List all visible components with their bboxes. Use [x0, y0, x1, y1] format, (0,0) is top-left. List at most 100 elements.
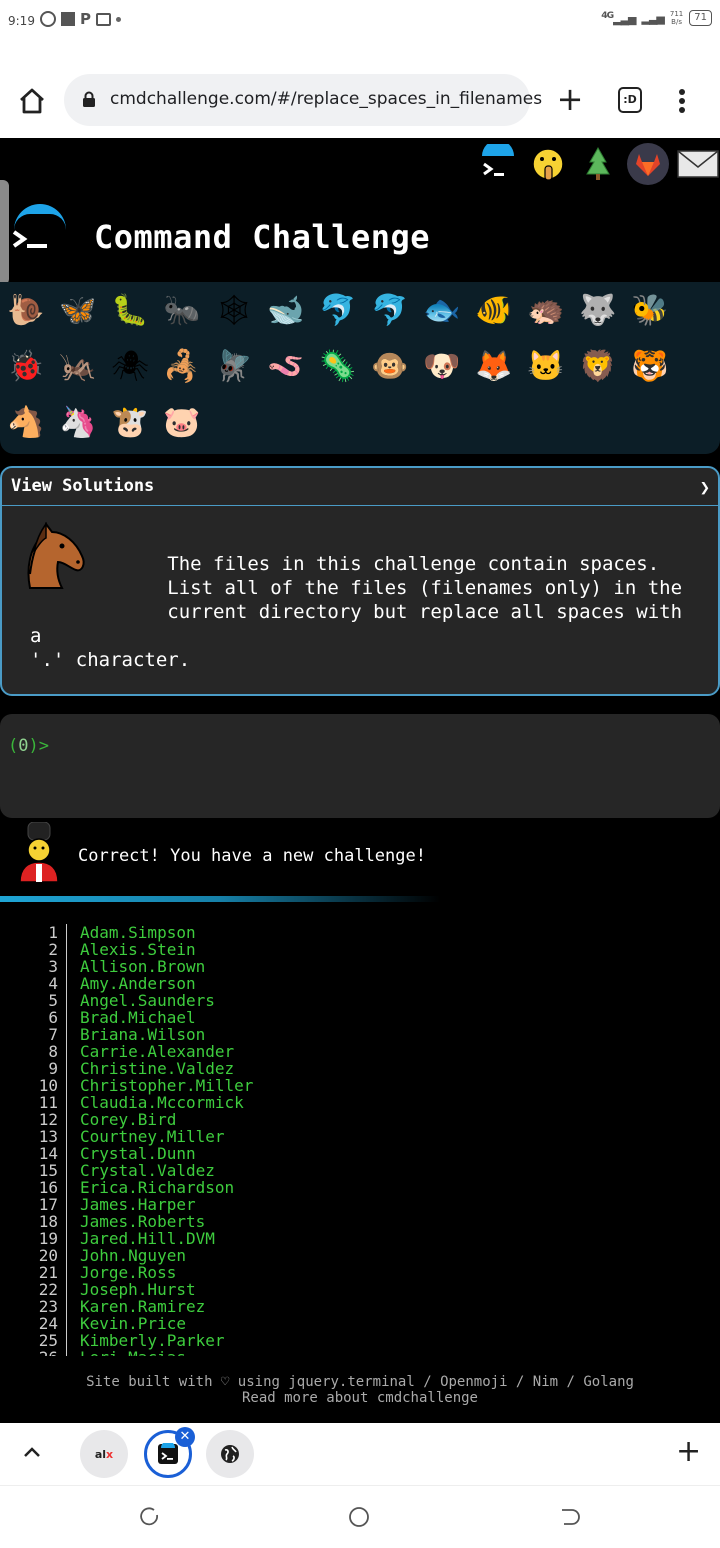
challenge-emoji-r1-13-icon[interactable]: 🐝: [628, 288, 672, 332]
file-list-output: 1 Adam.Simpson 2 Alexis.Stein 3 Allison.Brown…: [0, 924, 720, 1356]
globe-icon: [221, 1445, 239, 1463]
file-name: Christopher.Miller: [80, 1076, 254, 1095]
file-list-row: 13 Courtney.Miller: [0, 1128, 720, 1145]
challenge-emoji-r3-3-icon[interactable]: 🐮: [108, 400, 152, 444]
challenge-emoji-r1-11-icon[interactable]: 🦔: [524, 288, 568, 332]
challenge-emoji-r2-13-icon[interactable]: 🐯: [628, 344, 672, 388]
line-separator: [66, 1281, 80, 1298]
file-name: Christine.Valdez: [80, 1059, 235, 1078]
challenge-emoji-r2-7-icon[interactable]: 🦠: [316, 344, 360, 388]
terminal-logo-icon[interactable]: [476, 142, 520, 186]
file-name: Corey.Bird: [80, 1110, 177, 1129]
challenge-emoji-r2-4-icon[interactable]: 🦂: [160, 344, 204, 388]
challenge-emoji-r2-10-icon[interactable]: 🦊: [472, 344, 516, 388]
success-message: Correct! You have a new challenge!: [78, 846, 426, 866]
file-name: Joseph.Hurst: [80, 1280, 196, 1299]
file-list-row: 4 Amy.Anderson: [0, 975, 720, 992]
browser-menu-button[interactable]: [679, 89, 687, 113]
file-list-row: 5 Angel.Saunders: [0, 992, 720, 1009]
line-separator: [66, 1230, 80, 1247]
challenge-emoji-r1-5-icon[interactable]: 🕸: [212, 288, 256, 332]
chevron-up-icon[interactable]: [20, 1441, 44, 1465]
line-separator: [66, 1111, 80, 1128]
line-number: 6: [48, 1008, 58, 1027]
top-icon-bar: [476, 138, 720, 190]
line-number: 26: [0, 1349, 60, 1356]
file-name: Allison.Brown: [80, 957, 206, 976]
challenge-emoji-r2-6-icon[interactable]: 🪱: [264, 344, 308, 388]
challenge-emoji-r2-3-icon[interactable]: 🕷: [108, 344, 152, 388]
site-footer: Site built with ♡ using jquery.terminal …: [0, 1374, 720, 1406]
challenge-box: View Solutions ❯ The files in this chall…: [0, 466, 720, 696]
file-list-row: 15 Crystal.Valdez: [0, 1162, 720, 1179]
line-number: 19: [38, 1229, 58, 1248]
challenge-emoji-r2-11-icon[interactable]: 🐱: [524, 344, 568, 388]
home-circle-icon[interactable]: [348, 1506, 370, 1528]
challenge-emoji-r2-9-icon[interactable]: 🐶: [420, 344, 464, 388]
line-number: 22: [38, 1280, 58, 1299]
mail-icon[interactable]: [676, 142, 720, 186]
challenge-emoji-r1-6-icon[interactable]: 🐋: [264, 288, 308, 332]
challenge-emoji-r1-9-icon[interactable]: 🐟: [420, 288, 464, 332]
back-icon[interactable]: [558, 1506, 580, 1528]
terminal-input[interactable]: (0)>: [0, 714, 720, 818]
challenge-emoji-r1-3-icon[interactable]: 🐛: [108, 288, 152, 332]
line-separator: [66, 1349, 80, 1356]
tab-alx[interactable]: alx: [80, 1430, 128, 1478]
new-tab-button[interactable]: +: [556, 83, 584, 115]
line-separator: [66, 924, 80, 941]
view-solutions-label: View Solutions: [11, 476, 155, 496]
emoji-row-2: 🐞 🦗 🕷 🦂 🪰 🪱 🦠 🐵 🐶 🦊 🐱 🦁 🐯: [4, 344, 672, 388]
challenge-emoji-r3-2-icon[interactable]: 🦄: [56, 400, 100, 444]
tree-icon[interactable]: [576, 142, 620, 186]
line-separator: [66, 1315, 80, 1332]
lock-icon: [83, 91, 95, 107]
shushing-face-icon[interactable]: [526, 142, 570, 186]
challenge-emoji-r2-8-icon[interactable]: 🐵: [368, 344, 412, 388]
challenge-emoji-r2-1-icon[interactable]: 🐞: [4, 344, 48, 388]
tab-switcher-button[interactable]: :D: [618, 87, 642, 113]
challenge-emoji-r1-10-icon[interactable]: 🐠: [472, 288, 516, 332]
line-separator: [66, 1332, 80, 1349]
challenge-emoji-r2-2-icon[interactable]: 🦗: [56, 344, 100, 388]
challenge-emoji-r1-8-icon[interactable]: 🐬: [368, 288, 412, 332]
alx-icon: alx: [94, 1447, 114, 1461]
line-separator: [66, 1196, 80, 1213]
file-list-row: 16 Erica.Richardson: [0, 1179, 720, 1196]
challenge-emoji-r1-4-icon[interactable]: 🐜: [160, 288, 204, 332]
file-list-row: 26 Lori.Macias: [0, 1349, 720, 1356]
success-message-row: Correct! You have a new challenge!: [0, 822, 720, 883]
guard-icon: [19, 822, 59, 883]
challenge-emoji-r1-7-icon[interactable]: 🐬: [316, 288, 360, 332]
tab-globe[interactable]: [206, 1430, 254, 1478]
gitlab-icon[interactable]: [626, 142, 670, 186]
line-number: 5: [48, 991, 58, 1010]
challenge-emoji-r3-1-icon[interactable]: 🐴: [4, 400, 48, 444]
challenge-emoji-r1-12-icon[interactable]: 🐺: [576, 288, 620, 332]
file-name: Erica.Richardson: [80, 1178, 235, 1197]
tab-cmdchallenge[interactable]: ✕: [144, 1427, 195, 1478]
footer-credits[interactable]: Site built with ♡ using jquery.terminal …: [0, 1374, 720, 1390]
line-number: 20: [38, 1246, 58, 1265]
home-button[interactable]: [18, 88, 46, 114]
challenge-emoji-r2-12-icon[interactable]: 🦁: [576, 344, 620, 388]
challenge-emoji-r3-4-icon[interactable]: 🐷: [160, 400, 204, 444]
line-number: 2: [48, 940, 58, 959]
terminal-prompt: (0)>: [8, 736, 49, 756]
emoji-row-3: 🐴 🦄 🐮 🐷: [4, 400, 204, 444]
network-speed: 711 B/s: [669, 10, 684, 26]
about-link[interactable]: Read more about cmdchallenge: [0, 1390, 720, 1406]
page-title[interactable]: Command Challenge: [94, 218, 430, 256]
address-bar[interactable]: cmdchallenge.com/#/replace_spaces_in_fil…: [64, 74, 542, 126]
close-tab-button[interactable]: ✕: [175, 1427, 195, 1447]
challenge-emoji-r1-1-icon[interactable]: 🐌: [4, 288, 48, 332]
file-name: Jorge.Ross: [80, 1263, 177, 1282]
challenge-emoji-r2-5-icon[interactable]: 🪰: [212, 344, 256, 388]
line-separator: [66, 1264, 80, 1281]
view-solutions-toggle[interactable]: View Solutions ❯: [2, 468, 718, 506]
file-list-row: 14 Crystal.Dunn: [0, 1145, 720, 1162]
challenge-emoji-r1-2-icon[interactable]: 🦋: [56, 288, 100, 332]
add-tab-button[interactable]: +: [676, 1437, 701, 1467]
line-number: 12: [38, 1110, 58, 1129]
recent-apps-icon[interactable]: [139, 1506, 161, 1528]
